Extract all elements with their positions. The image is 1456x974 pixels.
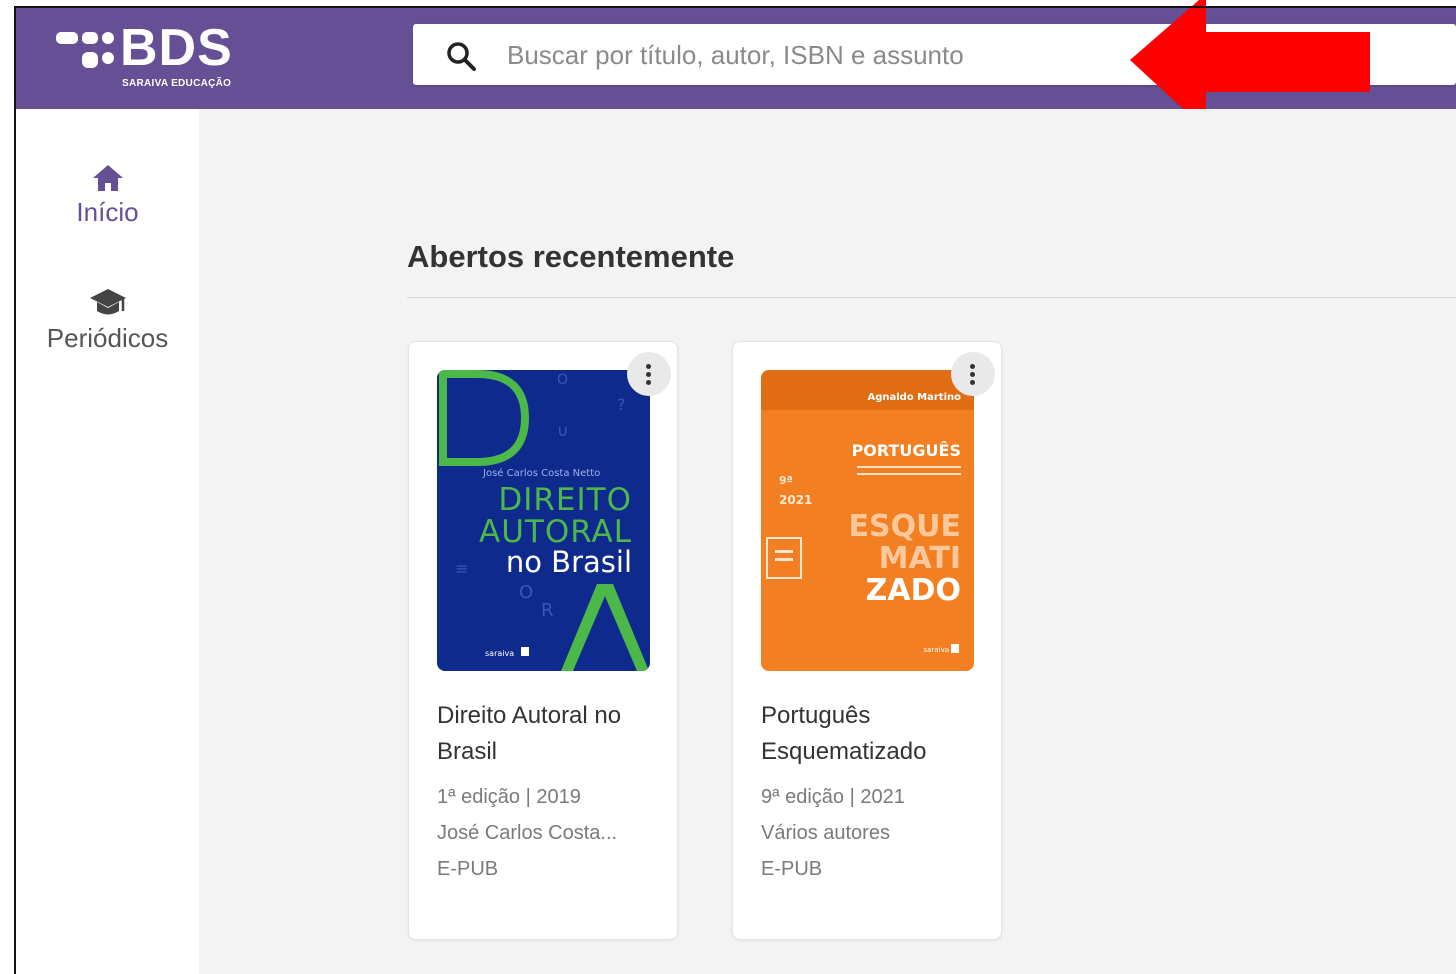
book-author: Vários autores <box>761 822 890 844</box>
book-title[interactable]: Direito Autoral no Brasil <box>437 698 657 770</box>
svg-text:José Carlos Costa Netto: José Carlos Costa Netto <box>482 467 600 479</box>
svg-text:no Brasil: no Brasil <box>506 545 632 579</box>
book-title[interactable]: Português Esquematizado <box>761 698 981 770</box>
sidebar: Início Periódicos <box>16 109 199 974</box>
book-card[interactable]: Agnaldo Martino PORTUGUÊS 9ª 2021 ESQUE … <box>732 341 1002 940</box>
logo-text: BDS <box>120 19 233 77</box>
logo-subtitle: SARAIVA EDUCAÇÃO <box>122 78 232 89</box>
frame-border <box>14 6 16 974</box>
svg-text:PORTUGUÊS: PORTUGUÊS <box>852 441 961 460</box>
book-format: E-PUB <box>761 858 823 880</box>
svg-text:saraiva: saraiva <box>924 646 949 654</box>
svg-text:9ª: 9ª <box>779 474 793 487</box>
book-author: José Carlos Costa... <box>437 822 618 844</box>
book-edition: 9ª edição | 2021 <box>761 786 905 808</box>
section-title: Abertos recentemente <box>407 239 735 274</box>
svg-text:O: O <box>519 582 533 603</box>
sidebar-item-label: Periódicos <box>46 323 169 353</box>
svg-text:∪: ∪ <box>557 421 569 440</box>
logo[interactable]: BDS SARAIVA EDUCAÇÃO <box>56 19 256 92</box>
search-icon[interactable] <box>445 40 479 72</box>
svg-text:DIREITO: DIREITO <box>498 482 632 518</box>
svg-text:ZADO: ZADO <box>866 573 961 608</box>
svg-text:≡: ≡ <box>455 559 468 578</box>
main-content: Abertos recentemente O ? ∪ José Carlos C… <box>199 109 1456 974</box>
logo-mark-icon <box>56 32 114 68</box>
book-cover-image[interactable]: O ? ∪ José Carlos Costa Netto DIREITO AU… <box>437 370 650 671</box>
book-card[interactable]: O ? ∪ José Carlos Costa Netto DIREITO AU… <box>408 341 678 940</box>
svg-text:ESQUE: ESQUE <box>849 509 961 544</box>
svg-text:MATI: MATI <box>879 541 961 576</box>
screenshot-frame: BDS SARAIVA EDUCAÇÃO Início P <box>0 0 1456 974</box>
book-cover-image[interactable]: Agnaldo Martino PORTUGUÊS 9ª 2021 ESQUE … <box>761 370 974 671</box>
home-icon <box>92 165 123 191</box>
section-divider <box>407 297 1456 298</box>
sidebar-item-inicio[interactable]: Início <box>16 163 199 228</box>
svg-text:saraiva: saraiva <box>485 649 514 658</box>
more-options-button[interactable] <box>627 352 671 396</box>
svg-text:Agnaldo Martino: Agnaldo Martino <box>867 392 961 403</box>
frame-border <box>14 6 1456 8</box>
svg-text:2021: 2021 <box>779 493 812 507</box>
svg-text:R: R <box>541 600 554 621</box>
sidebar-item-label: Início <box>76 197 139 227</box>
book-format: E-PUB <box>437 858 499 880</box>
graduation-cap-icon <box>89 289 126 315</box>
svg-text:?: ? <box>617 395 626 414</box>
more-options-button[interactable] <box>951 352 995 396</box>
svg-text:O: O <box>557 372 568 388</box>
book-edition: 1ª edição | 2019 <box>437 786 581 808</box>
sidebar-item-periodicos[interactable]: Periódicos <box>16 287 199 354</box>
